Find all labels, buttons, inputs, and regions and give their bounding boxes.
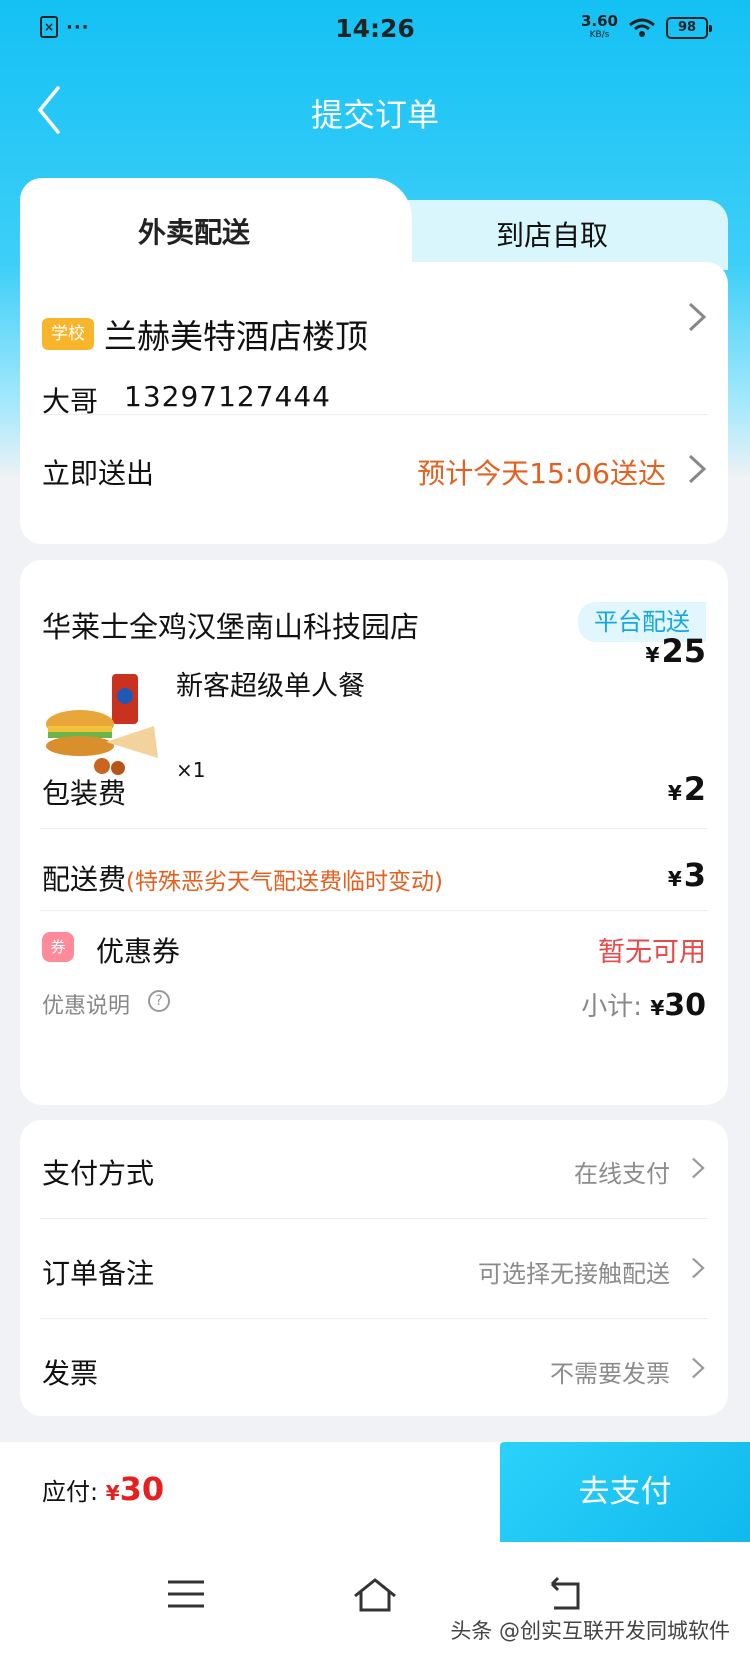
delivery-tabs: 到店自取 外卖配送 — [20, 178, 728, 270]
battery-icon: 98 — [666, 17, 712, 39]
payment-method-label: 支付方式 — [42, 1157, 155, 1190]
order-note-value[interactable]: 可选择无接触配送 — [478, 1254, 670, 1289]
delivery-fee-title: 配送费 — [42, 863, 127, 896]
back-icon[interactable] — [538, 1572, 590, 1616]
network-speed-unit: KB/s — [589, 30, 610, 40]
chevron-right-icon[interactable] — [686, 300, 708, 334]
invoice-label: 发票 — [42, 1357, 99, 1390]
menu-icon[interactable] — [160, 1572, 212, 1616]
divider — [40, 414, 708, 415]
amount-due-value: 30 — [119, 1470, 165, 1508]
help-question-icon[interactable]: ? — [148, 990, 170, 1012]
order-note-label: 订单备注 — [42, 1257, 155, 1290]
amount-due-label: 应付: — [42, 1478, 99, 1506]
payment-method-value[interactable]: 在线支付 — [574, 1154, 670, 1189]
delivery-eta[interactable]: 预计今天15:06送达 — [417, 452, 666, 492]
watermark-text: 头条 @创实互联开发同城软件 — [450, 1619, 730, 1643]
address-tag-badge: 学校 — [42, 318, 94, 350]
pay-button[interactable]: 去支付 — [500, 1442, 750, 1542]
page-title: 提交订单 — [310, 96, 439, 134]
delivery-time-label: 立即送出 — [42, 457, 155, 490]
chevron-right-icon[interactable] — [690, 1154, 706, 1182]
delivery-fee: ¥3 — [668, 856, 706, 894]
subtotal: 小计: ¥30 — [581, 986, 706, 1023]
nav-bar: 提交订单 — [0, 70, 750, 150]
address-name: 兰赫美特酒店楼顶 — [104, 317, 368, 356]
wifi-icon — [629, 18, 655, 37]
home-icon[interactable] — [349, 1572, 401, 1616]
tab-delivery[interactable]: 外卖配送 — [20, 178, 412, 270]
tab-pickup[interactable]: 到店自取 — [376, 200, 728, 270]
shop-name: 华莱士全鸡汉堡南山科技园店 — [42, 610, 420, 644]
subtotal-value: 30 — [664, 988, 706, 1023]
divider — [40, 1218, 708, 1219]
currency-symbol: ¥ — [650, 996, 665, 1020]
delivery-fee-value: 3 — [683, 856, 706, 894]
contact-phone: 13297127444 — [124, 380, 331, 413]
coupon-value[interactable]: 暂无可用 — [598, 930, 706, 969]
subtotal-label: 小计: — [581, 992, 643, 1022]
delivery-fee-label: 配送费(特殊恶劣天气配送费临时变动) — [42, 858, 443, 898]
divider — [40, 1318, 708, 1319]
item-quantity: ×1 — [176, 758, 206, 782]
status-bar: × ··· 14:26 3.60 KB/s 98 — [0, 0, 750, 60]
amount-due: 应付: ¥30 — [42, 1470, 164, 1508]
item-price: ¥25 — [646, 632, 706, 670]
meal-image — [42, 662, 162, 782]
network-speed: 3.60 KB/s — [581, 14, 618, 42]
divider — [40, 828, 708, 829]
chevron-right-icon[interactable] — [690, 1354, 706, 1382]
item-price-value: 25 — [661, 632, 706, 670]
currency-symbol: ¥ — [667, 867, 682, 891]
checkout-bar: 应付: ¥30 去支付 — [0, 1442, 750, 1542]
status-right: 3.60 KB/s 98 — [581, 14, 712, 42]
currency-symbol: ¥ — [667, 781, 682, 805]
packaging-fee-value: 2 — [683, 770, 706, 808]
invoice-value[interactable]: 不需要发票 — [550, 1354, 670, 1389]
chevron-right-icon[interactable] — [686, 452, 708, 486]
coupon-label: 优惠券 — [96, 935, 181, 968]
item-name: 新客超级单人餐 — [176, 671, 365, 702]
currency-symbol: ¥ — [105, 1481, 120, 1505]
divider — [40, 910, 708, 911]
delivery-fee-note: (特殊恶劣天气配送费临时变动) — [126, 869, 443, 895]
packaging-fee: ¥2 — [668, 770, 706, 808]
packaging-fee-label: 包装费 — [42, 777, 127, 810]
address-card[interactable]: 学校 兰赫美特酒店楼顶 大哥 13297127444 立即送出 预计今天15:0… — [20, 262, 728, 544]
discount-description-link[interactable]: 优惠说明 — [42, 988, 130, 1020]
order-card: 华莱士全鸡汉堡南山科技园店 平台配送 新客超级单人餐 ×1 ¥25 包装费 ¥2… — [20, 560, 728, 1105]
coupon-icon: 券 — [42, 932, 74, 962]
options-card: 支付方式 在线支付 订单备注 可选择无接触配送 发票 不需要发票 — [20, 1120, 728, 1416]
currency-symbol: ¥ — [645, 643, 660, 667]
chevron-right-icon[interactable] — [690, 1254, 706, 1282]
